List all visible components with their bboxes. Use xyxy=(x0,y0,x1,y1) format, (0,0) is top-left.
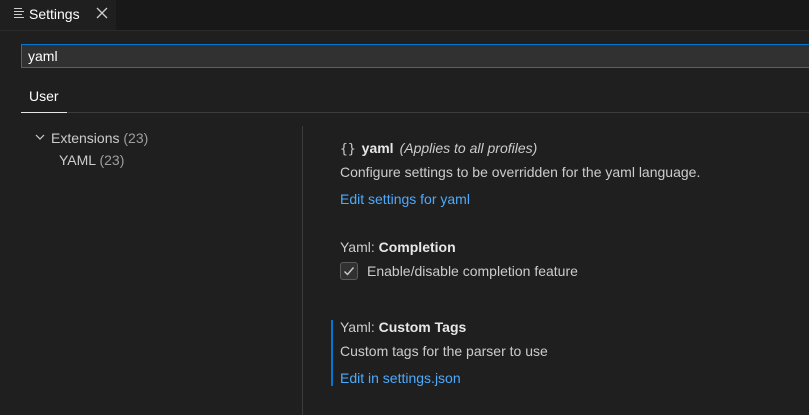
editor-tab-bar: Settings xyxy=(0,0,809,31)
profile-note: (Applies to all profiles) xyxy=(399,140,538,156)
language-name: yaml xyxy=(361,140,394,156)
settings-list: {} yaml (Applies to all profiles) Configur… xyxy=(303,126,809,415)
focused-setting-indicator xyxy=(331,320,333,386)
edit-in-settings-json-link[interactable]: Edit in settings.json xyxy=(340,370,461,386)
settings-file-icon xyxy=(14,8,24,19)
check-icon xyxy=(344,267,355,276)
chevron-down-icon[interactable] xyxy=(35,132,45,142)
setting-category: Yaml: xyxy=(340,319,375,335)
search-input[interactable] xyxy=(22,45,809,67)
toc-item-count: (23) xyxy=(99,152,125,168)
custom-tags-description: Custom tags for the parser to use xyxy=(340,343,548,359)
tab-label: Settings xyxy=(29,6,80,22)
settings-toc: Extensions (23) YAML (23) xyxy=(0,126,302,415)
custom-tags-setting-title: Yaml: Custom Tags xyxy=(340,319,466,335)
setting-name: Completion xyxy=(378,239,456,255)
tab-user[interactable]: User xyxy=(21,84,67,113)
close-icon[interactable] xyxy=(95,6,109,20)
toc-group-label: Extensions xyxy=(51,130,120,146)
language-braces-icon: {} xyxy=(340,142,356,157)
toc-item-yaml[interactable]: YAML (23) xyxy=(59,152,124,168)
edit-language-settings-link[interactable]: Edit settings for yaml xyxy=(340,191,470,207)
toc-item-extensions[interactable]: Extensions (23) xyxy=(51,130,148,146)
completion-setting-title: Yaml: Completion xyxy=(340,239,456,255)
search-box xyxy=(21,44,809,68)
completion-checkbox-label: Enable/disable completion feature xyxy=(367,263,578,279)
toc-group-count: (23) xyxy=(123,130,149,146)
language-header: {} yaml (Applies to all profiles) xyxy=(340,140,537,157)
setting-name: Custom Tags xyxy=(378,319,467,335)
completion-checkbox[interactable] xyxy=(340,262,358,280)
toc-item-label: YAML xyxy=(59,152,96,168)
scope-tab-bar: User xyxy=(21,84,809,113)
language-description: Configure settings to be overridden for … xyxy=(340,164,701,180)
setting-category: Yaml: xyxy=(340,239,375,255)
settings-tab[interactable]: Settings xyxy=(0,0,116,30)
